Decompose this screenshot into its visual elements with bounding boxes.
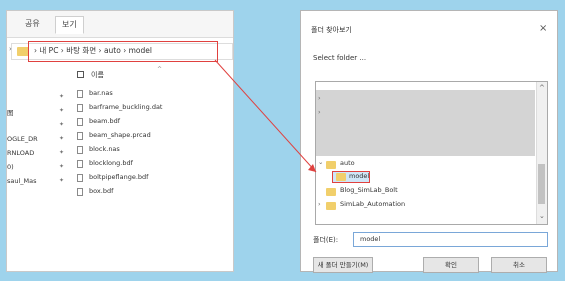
- file-icon: [77, 90, 83, 98]
- pin-icon: ✦: [59, 107, 65, 114]
- column-header-name[interactable]: 이름: [91, 70, 104, 80]
- file-icon: [77, 132, 83, 140]
- file-icon: [77, 118, 83, 126]
- folder-icon: [326, 161, 336, 169]
- pin-icon: ✦: [59, 93, 65, 100]
- folder-tree[interactable]: › › ⌄ auto model Blog_SimLab_Bolt › SimL…: [315, 81, 548, 225]
- file-icon: [77, 160, 83, 168]
- file-item[interactable]: beam.bdf: [89, 117, 120, 125]
- file-item[interactable]: blocklong.bdf: [89, 159, 133, 167]
- file-item[interactable]: boltpipeflange.bdf: [89, 173, 148, 181]
- navigation-pane: ✦ 图 ✦ ✦ OGLE_DR ✦ RNLOAD ✦ 0) ✦ saul_Mas…: [7, 69, 73, 269]
- scrollbar-thumb[interactable]: [538, 164, 545, 204]
- pin-icon: ✦: [59, 163, 65, 170]
- close-icon[interactable]: ×: [539, 23, 547, 34]
- file-icon: [77, 146, 83, 154]
- pin-icon: ✦: [59, 149, 65, 156]
- ok-button[interactable]: 확인: [423, 257, 479, 273]
- scroll-up-icon[interactable]: ^: [539, 84, 545, 92]
- folder-icon: [336, 173, 346, 181]
- nav-item[interactable]: 图: [7, 107, 14, 117]
- tree-item-simlab-automation[interactable]: SimLab_Automation: [340, 200, 405, 208]
- tree-item-auto[interactable]: auto: [340, 159, 355, 167]
- folder-icon: [326, 202, 336, 210]
- pin-icon: ✦: [59, 135, 65, 142]
- expand-arrow-icon[interactable]: ›: [318, 94, 321, 102]
- file-item[interactable]: beam_shape.prcad: [89, 131, 151, 139]
- dialog-prompt: Select folder ...: [313, 54, 367, 62]
- nav-item[interactable]: RNLOAD: [7, 149, 34, 157]
- file-icon: [77, 174, 83, 182]
- folder-name-value: model: [360, 235, 381, 243]
- sort-arrow-icon: ^: [157, 66, 163, 73]
- new-folder-button[interactable]: 새 폴더 만들기(M): [313, 257, 373, 273]
- scroll-down-icon[interactable]: ⌄: [539, 212, 545, 220]
- nav-item[interactable]: OGLE_DR: [7, 135, 38, 143]
- browse-folder-dialog: 폴더 찾아보기 × Select folder ... › › ⌄ auto m…: [300, 10, 558, 273]
- expand-arrow-icon[interactable]: ›: [9, 45, 12, 53]
- tree-collapsed-area: [316, 90, 535, 156]
- folder-icon: [326, 188, 336, 196]
- file-list: 이름 ^ bar.nas barframe_buckling.dat beam.…: [77, 66, 233, 269]
- expand-arrow-icon[interactable]: ›: [318, 108, 321, 116]
- nav-item[interactable]: saul_Mas: [7, 177, 37, 185]
- dialog-title: 폴더 찾아보기: [311, 26, 352, 34]
- file-icon: [77, 104, 83, 112]
- tree-item-blog-simlab-bolt[interactable]: Blog_SimLab_Bolt: [340, 186, 398, 194]
- file-icon: [77, 188, 83, 196]
- tree-item-model[interactable]: model: [349, 172, 369, 180]
- expand-arrow-icon[interactable]: ›: [318, 200, 321, 208]
- nav-item[interactable]: 0): [7, 163, 14, 171]
- file-explorer-window: 공유 보기 › › 내 PC › 바탕 화면 › auto › model ✦ …: [6, 10, 234, 272]
- file-item[interactable]: box.bdf: [89, 187, 113, 195]
- ribbon-tab-share[interactable]: 공유: [19, 16, 46, 32]
- cancel-button[interactable]: 취소: [491, 257, 547, 273]
- file-item[interactable]: bar.nas: [89, 89, 113, 97]
- address-highlight-box: [28, 41, 218, 62]
- pin-icon: ✦: [59, 121, 65, 128]
- folder-label: 폴더(E):: [313, 236, 339, 244]
- file-item[interactable]: block.nas: [89, 145, 120, 153]
- select-all-checkbox[interactable]: [77, 71, 84, 78]
- ribbon-tab-view[interactable]: 보기: [55, 16, 84, 34]
- ribbon: 공유 보기: [7, 11, 233, 38]
- file-item[interactable]: barframe_buckling.dat: [89, 103, 162, 111]
- pin-icon: ✦: [59, 177, 65, 184]
- collapse-arrow-icon[interactable]: ⌄: [318, 158, 323, 166]
- folder-name-input[interactable]: model: [353, 232, 548, 247]
